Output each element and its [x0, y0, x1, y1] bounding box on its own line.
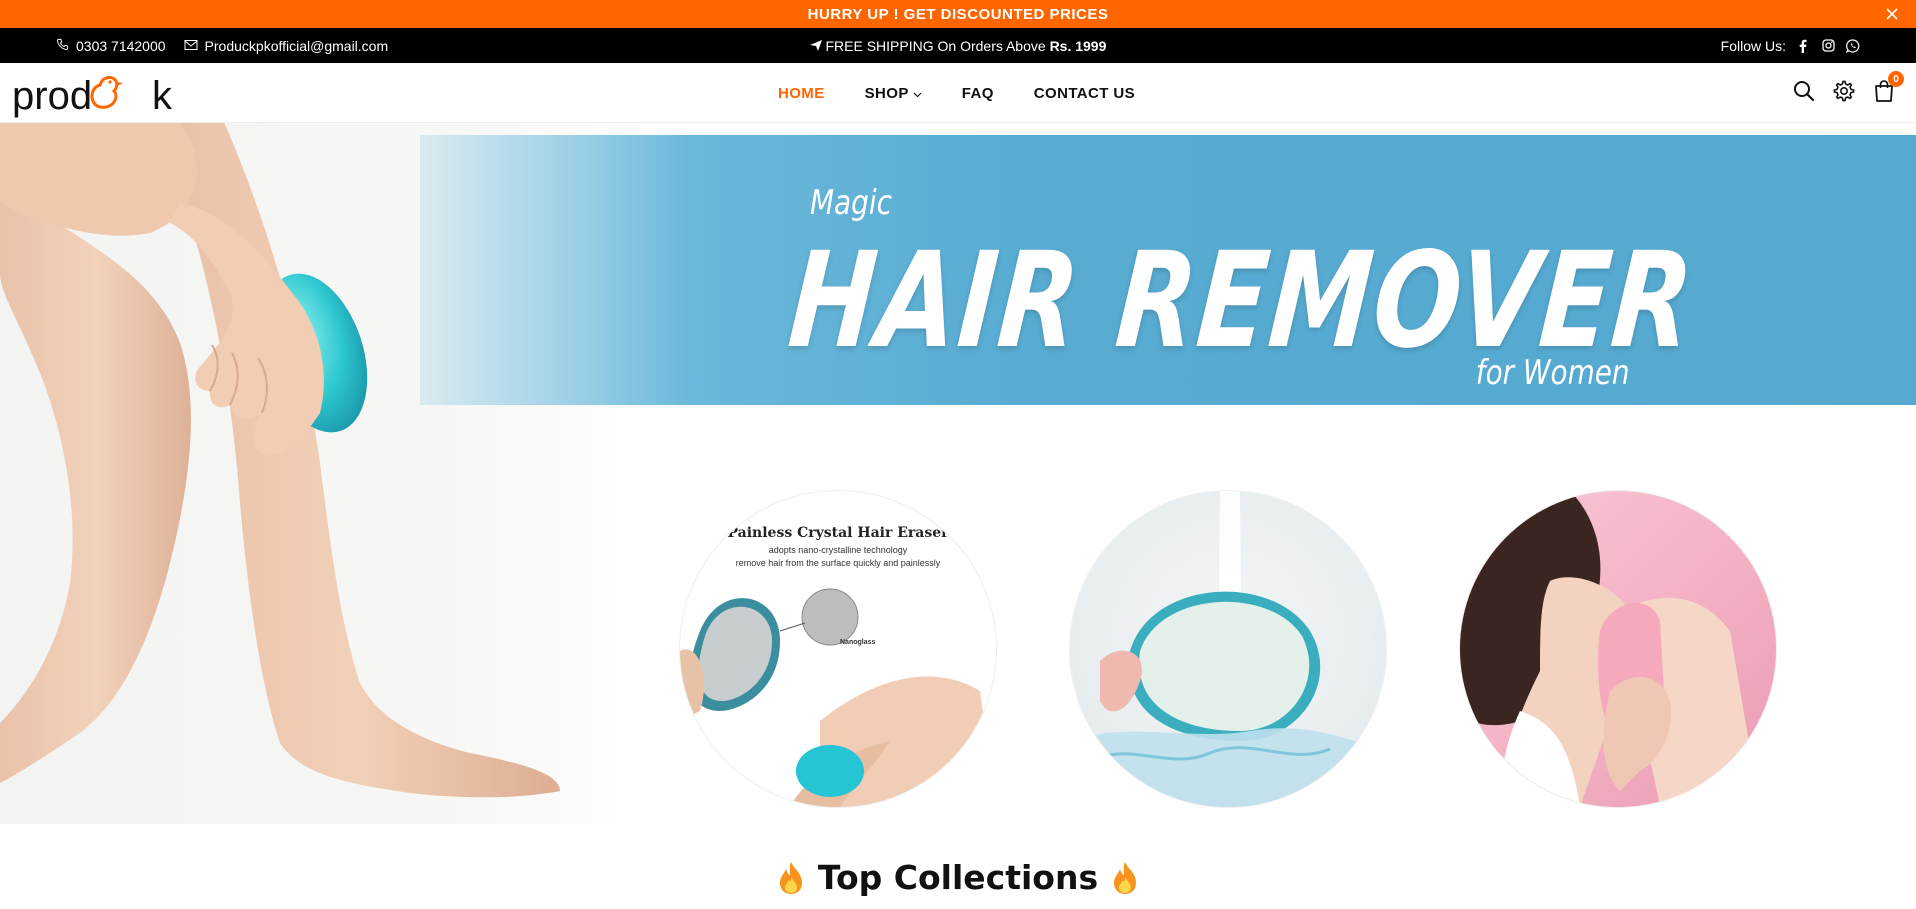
svg-text:prod: prod [12, 74, 92, 118]
nav-shop[interactable]: SHOP [865, 85, 922, 102]
crystal-eraser-image [680, 588, 996, 807]
product-info-tag: Nanoglass [840, 639, 876, 646]
hero-headline: HAIR REMOVER [783, 224, 1700, 378]
phone-link[interactable]: 0303 7142000 [56, 38, 166, 54]
cart-icon[interactable]: 0 [1872, 71, 1904, 103]
free-shipping-notice: FREE SHIPPING On Orders Above Rs. 1999 [809, 37, 1107, 54]
announcement-bar: HURRY UP ! GET DISCOUNTED PRICES [0, 0, 1916, 28]
main-nav: HOME SHOP FAQ CONTACT US [778, 63, 1135, 123]
legs-illustration [0, 123, 560, 798]
fire-icon [776, 861, 806, 895]
product-info-line1: adopts nano-crystalline technology [768, 545, 908, 555]
whatsapp-icon[interactable] [1846, 38, 1860, 53]
search-icon[interactable] [1792, 79, 1816, 103]
product-circle-arm [1460, 491, 1776, 807]
woman-arm-image [1460, 491, 1760, 807]
follow-label: Follow Us: [1720, 37, 1786, 54]
nav-contact-label: CONTACT US [1033, 84, 1135, 102]
hero-tagline-top: Magic [810, 183, 892, 223]
close-icon[interactable] [1882, 4, 1902, 24]
nav-faq-label: FAQ [961, 84, 994, 102]
phone-number: 0303 7142000 [76, 37, 166, 54]
send-icon [809, 38, 826, 54]
hero-tagline-bottom: for Women [1476, 353, 1630, 393]
instagram-icon[interactable] [1821, 39, 1835, 53]
site-logo[interactable]: prod k [12, 69, 177, 119]
announcement-text: HURRY UP ! GET DISCOUNTED PRICES [807, 5, 1109, 23]
shipping-amount: Rs. 1999 [1049, 37, 1107, 54]
top-collections-heading: Top Collections [0, 858, 1916, 897]
email-address: Produckpkofficial@gmail.com [204, 37, 389, 54]
top-info-bar: 0303 7142000 Produckpkofficial@gmail.com… [0, 28, 1916, 63]
fire-icon [1110, 861, 1140, 895]
phone-icon [56, 38, 69, 54]
svg-text:k: k [152, 74, 173, 118]
chevron-down-icon [913, 85, 922, 102]
product-circle-info: Painless Crystal Hair Eraser adopts nano… [680, 491, 996, 807]
nav-home[interactable]: HOME [778, 85, 825, 102]
nav-home-label: HOME [778, 84, 825, 102]
eraser-water-image [1070, 491, 1386, 807]
top-collections-title: Top Collections [817, 858, 1099, 897]
email-link[interactable]: Produckpkofficial@gmail.com [184, 37, 389, 54]
site-header: prod k HOME SHOP FAQ CONTACT US 0 [0, 63, 1916, 123]
nav-contact[interactable]: CONTACT US [1034, 85, 1135, 102]
mail-icon [184, 38, 198, 54]
shipping-text: FREE SHIPPING On Orders Above [825, 37, 1050, 54]
product-circle-water [1070, 491, 1386, 807]
product-info-line2: remove hair from the surface quickly and… [735, 558, 941, 568]
nav-shop-label: SHOP [864, 84, 909, 102]
hero-banner[interactable]: Magic HAIR REMOVER for Women Painless Cr… [0, 123, 1916, 824]
cart-count-badge: 0 [1888, 71, 1904, 87]
nav-faq[interactable]: FAQ [962, 85, 994, 102]
product-info-title: Painless Crystal Hair Eraser [727, 525, 949, 541]
facebook-icon[interactable] [1796, 39, 1810, 53]
hero-headline-group: Magic HAIR REMOVER for Women [784, 143, 1700, 403]
settings-icon[interactable] [1832, 79, 1856, 103]
